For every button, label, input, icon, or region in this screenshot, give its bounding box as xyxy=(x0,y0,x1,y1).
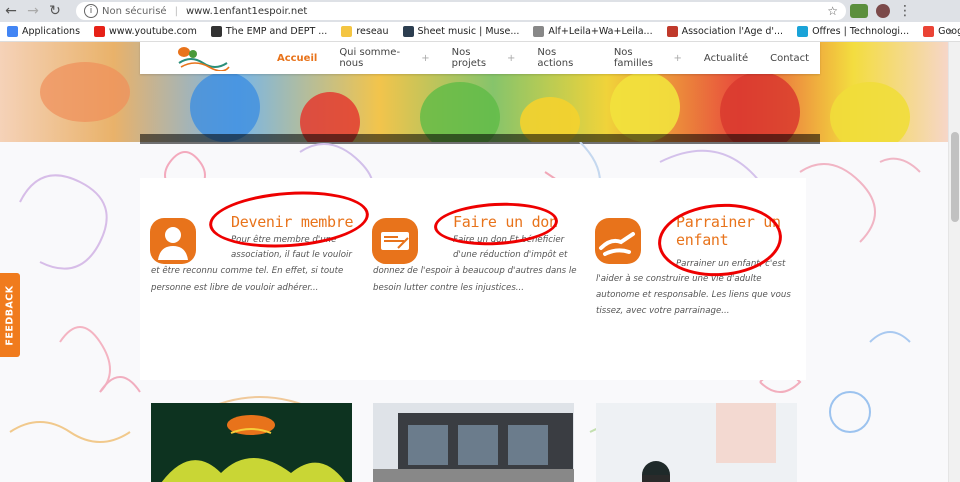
nav-item[interactable]: Actualité xyxy=(693,53,759,64)
card-text-line: et être reconnu comme tel. En effet, si … xyxy=(151,266,344,276)
bookmark-favicon-icon xyxy=(341,26,353,37)
bookmark-item[interactable]: Alf+Leila+Wa+Leila... xyxy=(526,26,659,37)
bookmark-item[interactable]: Applications xyxy=(0,26,87,37)
bookmark-star-icon[interactable]: ☆ xyxy=(827,4,838,18)
card-text-line: tissez, avec votre parrainage... xyxy=(596,306,730,316)
bookmark-label: Offres | Technologi... xyxy=(812,26,910,37)
bookmark-label: The EMP and DEPT ... xyxy=(225,26,328,37)
card-text-line: l'aider à se construire une vie d'adulte xyxy=(596,274,762,284)
url-text[interactable]: www.1enfant1espoir.net xyxy=(186,6,307,17)
bookmark-favicon-icon xyxy=(210,26,222,37)
nav-item[interactable]: Nos familles + xyxy=(603,47,693,69)
nav-item-label: Nos projets xyxy=(451,47,487,69)
submenu-plus-icon: + xyxy=(421,52,430,64)
bookmark-favicon-icon xyxy=(666,26,678,37)
submenu-plus-icon: + xyxy=(673,52,682,64)
address-bar[interactable]: i Non sécurisé | www.1enfant1espoir.net … xyxy=(76,2,846,20)
bookmark-item[interactable]: The EMP and DEPT ... xyxy=(204,26,334,37)
hands-icon xyxy=(595,218,641,264)
card-text-line: association, il faut le vouloir xyxy=(231,250,352,260)
nav-item[interactable]: Contact xyxy=(759,53,820,64)
bookmark-label: www.youtube.com xyxy=(109,26,197,37)
actions-panel: Devenir membre Pour être membre d'une as… xyxy=(140,178,806,380)
gallery-image[interactable] xyxy=(596,403,797,482)
page-scrollbar[interactable] xyxy=(948,42,960,482)
card-text-line: besoin lutter contre les injustices... xyxy=(373,283,524,293)
back-icon[interactable]: ← xyxy=(0,0,22,22)
bookmarks-bar: Applications www.youtube.com The EMP and D… xyxy=(0,22,960,42)
highlight-circle xyxy=(207,186,371,253)
bookmark-favicon-icon xyxy=(533,26,545,37)
card-text-line: personne est libre de vouloir adhérer... xyxy=(151,283,319,293)
nav-item[interactable]: Nos projets + xyxy=(441,47,527,69)
card-text-line: donnez de l'espoir à beaucoup d'autres d… xyxy=(373,266,577,276)
not-secure-label: Non sécurisé xyxy=(102,5,167,17)
gallery-image[interactable] xyxy=(151,403,352,482)
bookmarks-overflow-icon[interactable]: » xyxy=(947,25,954,38)
bookmark-favicon-icon xyxy=(797,26,809,37)
nav-item-label: Nos actions xyxy=(537,47,574,69)
bookmark-label: reseau xyxy=(356,26,389,37)
site-logo[interactable] xyxy=(140,42,266,74)
web-page: Accueil Qui somme-nous + Nos projets + Nos ac… xyxy=(0,42,948,482)
bookmark-item[interactable]: reseau xyxy=(334,26,395,37)
nav-item-label: Accueil xyxy=(276,52,318,64)
bookmark-favicon-icon xyxy=(402,26,414,37)
bookmark-item[interactable]: Sheet music | Muse... xyxy=(396,26,527,37)
bookmark-item[interactable]: Association l'Age d'... xyxy=(660,26,790,37)
browser-extensions: ⋮ xyxy=(850,0,912,22)
nav-item-label: Qui somme-nous xyxy=(339,47,401,69)
bookmark-label: Alf+Leila+Wa+Leila... xyxy=(548,26,653,37)
bookmark-favicon-icon xyxy=(94,26,106,37)
nav-item[interactable]: Qui somme-nous + xyxy=(328,47,440,69)
profile-avatar[interactable] xyxy=(876,4,890,18)
feedback-tab[interactable]: FEEDBACK xyxy=(0,273,20,357)
address-separator: | xyxy=(174,5,178,17)
extension-icon[interactable] xyxy=(850,4,868,18)
donation-icon xyxy=(372,218,418,264)
nav-item[interactable]: Accueil xyxy=(266,53,328,64)
nav-item-label: Contact xyxy=(770,52,810,64)
reload-icon[interactable]: ↻ xyxy=(44,0,66,22)
feedback-label: FEEDBACK xyxy=(4,284,16,346)
scrollbar-thumb[interactable] xyxy=(951,132,959,222)
nav-item[interactable]: Nos actions xyxy=(526,47,602,69)
card-text-line: autonome et responsable. Les liens que v… xyxy=(596,290,791,300)
bookmark-favicon-icon xyxy=(7,26,18,37)
menu-kebab-icon[interactable]: ⋮ xyxy=(898,3,912,19)
nav-item-label: Actualité xyxy=(703,52,749,64)
gallery-image[interactable] xyxy=(373,403,574,482)
site-navbar: Accueil Qui somme-nous + Nos projets + Nos ac… xyxy=(140,42,820,74)
member-icon xyxy=(150,218,196,264)
bookmark-label: Sheet music | Muse... xyxy=(417,26,520,37)
card-text-line: d'une réduction d'impôt et xyxy=(453,250,568,260)
bookmark-favicon-icon xyxy=(923,26,935,37)
forward-icon[interactable]: → xyxy=(22,0,44,22)
bookmark-label: Applications xyxy=(22,26,81,37)
bookmark-item[interactable]: Offres | Technologi... xyxy=(790,26,916,37)
bookmark-label: Association l'Age d'... xyxy=(681,26,784,37)
submenu-plus-icon: + xyxy=(506,52,516,64)
info-icon[interactable]: i xyxy=(84,4,98,18)
main-menu: Accueil Qui somme-nous + Nos projets + Nos ac… xyxy=(266,47,820,69)
nav-item-label: Nos familles xyxy=(613,47,653,69)
bookmark-item[interactable]: www.youtube.com xyxy=(87,26,204,37)
